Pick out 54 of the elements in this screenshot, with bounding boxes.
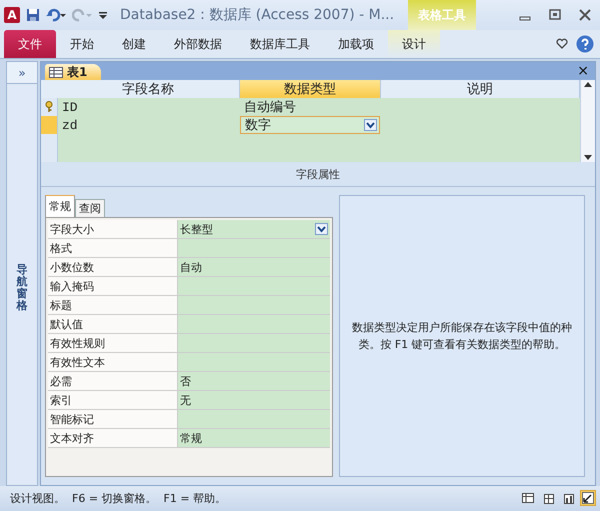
property-label: 默认值 [48, 315, 178, 333]
table-icon [49, 66, 63, 78]
expand-button[interactable]: » [7, 62, 37, 84]
property-label: 必需 [48, 372, 178, 390]
property-label: 小数位数 [48, 258, 178, 276]
property-tab[interactable]: 常规 [45, 195, 75, 217]
help-icon[interactable] [576, 35, 594, 53]
property-value[interactable]: 自动 [178, 258, 330, 276]
key-icon [45, 101, 53, 113]
property-label: 标题 [48, 296, 178, 314]
property-tab[interactable]: 查阅 [75, 199, 105, 217]
help-text: 数据类型决定用户所能保存在该字段中值的种类。按 F1 键可查看有关数据类型的帮助。 [351, 320, 573, 353]
ribbon-tab[interactable]: 加载项 [324, 30, 388, 58]
dropdown-button[interactable] [315, 223, 328, 235]
close-icon[interactable]: × [577, 64, 589, 78]
section-title: 字段属性 [41, 162, 595, 187]
ribbon-tab[interactable]: 外部数据 [160, 30, 236, 58]
property-value[interactable]: 否 [178, 372, 330, 390]
property-label: 有效性规则 [48, 334, 178, 352]
undo-icon[interactable] [46, 8, 66, 22]
ribbon-tab[interactable]: 文件 [4, 30, 56, 58]
window-title: Database2 : 数据库 (Access 2007) - M... [120, 6, 394, 24]
datasheet-view-icon[interactable] [520, 490, 536, 506]
ribbon-tab[interactable]: 创建 [108, 30, 160, 58]
ribbon-tab[interactable]: 开始 [56, 30, 108, 58]
scrollbar[interactable] [580, 80, 595, 162]
row-selector[interactable] [41, 98, 58, 116]
app-logo[interactable]: A [4, 7, 20, 23]
property-label: 文本对齐 [48, 429, 178, 447]
property-label: 有效性文本 [48, 353, 178, 371]
scroll-down-icon[interactable] [583, 154, 593, 162]
save-icon[interactable] [26, 8, 40, 22]
property-value[interactable]: 常规 [178, 429, 330, 447]
navigation-pane-label[interactable]: 导航窗格 [16, 264, 28, 312]
document-tab[interactable]: 表1 [45, 64, 102, 80]
property-value[interactable]: 无 [178, 391, 330, 409]
property-label: 格式 [48, 239, 178, 257]
heart-icon[interactable] [556, 38, 568, 50]
ribbon-tab[interactable]: 数据库工具 [236, 30, 324, 58]
table-cell[interactable]: 自动编号 [240, 98, 380, 116]
property-label: 索引 [48, 391, 178, 409]
table-cell[interactable]: zd [58, 116, 240, 134]
ribbon-tab[interactable]: 设计 [388, 30, 440, 58]
property-label: 输入掩码 [48, 277, 178, 295]
dropdown-button[interactable] [364, 119, 377, 131]
table-cell[interactable]: ID [58, 98, 240, 116]
status-text: 设计视图。 F6 = 切换窗格。 F1 = 帮助。 [10, 490, 226, 506]
property-label: 字段大小 [48, 220, 178, 238]
property-label: 智能标记 [48, 410, 178, 428]
property-value[interactable]: 长整型 [178, 220, 330, 238]
table-cell[interactable]: 数字 [240, 116, 380, 134]
design-view-icon[interactable] [580, 490, 596, 506]
column-header[interactable]: 数据类型 [240, 80, 381, 98]
context-tab-label: 表格工具 [408, 0, 476, 30]
